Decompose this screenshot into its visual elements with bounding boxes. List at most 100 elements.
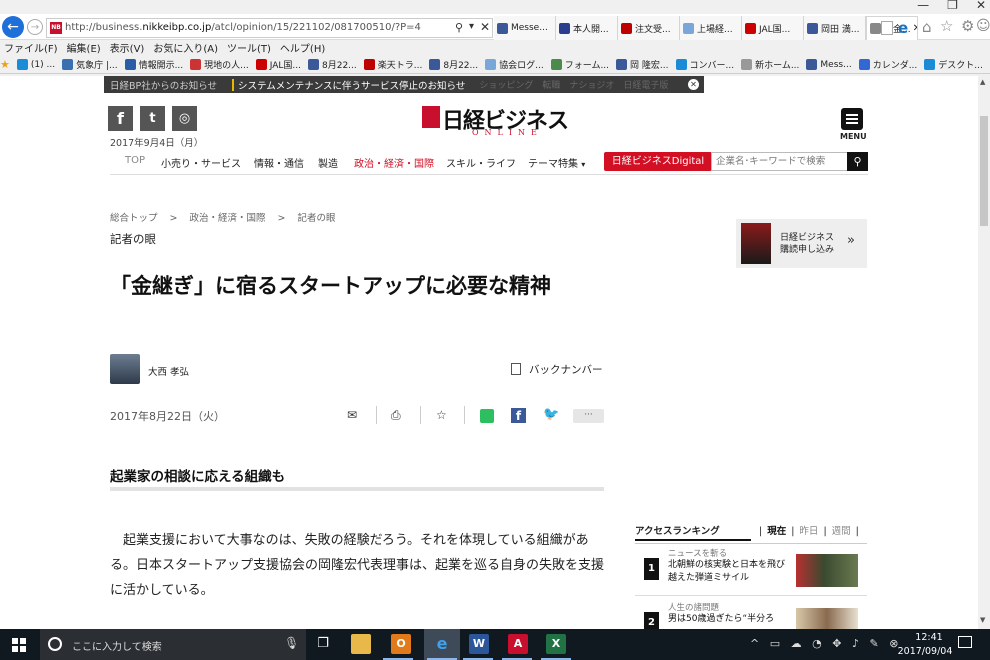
ranking-item[interactable]: 1 ニュースを斬る 北朝鮮の核実験と日本を飛び越えた弾道ミサイル (635, 544, 867, 596)
excel-icon[interactable]: X (546, 634, 566, 654)
favorite-link[interactable]: 気象庁 |... (62, 58, 118, 71)
facebook-share-icon[interactable]: f (511, 408, 526, 423)
subscribe-promo[interactable]: 日経ビジネス 購読申し込み » (736, 219, 867, 268)
favorite-link[interactable]: 楽天トラ... (363, 58, 422, 71)
menu-item[interactable]: ヘルプ(H) (280, 40, 325, 55)
menu-item[interactable]: ファイル(F) (4, 40, 58, 55)
dropbox-icon[interactable]: ✥ (832, 637, 841, 650)
address-bar[interactable]: NB http://business.nikkeibp.co.jp/atcl/o… (46, 18, 493, 38)
favorite-link[interactable]: コンバー... (675, 58, 734, 71)
back-number-link[interactable]: バックナンバー (529, 362, 603, 377)
twitter-icon[interactable]: t (140, 106, 165, 131)
close-window-icon[interactable]: ✕ (976, 0, 986, 12)
nav-retail[interactable]: 小売り・サービス (161, 155, 241, 170)
notice-message[interactable]: システムメンテナンスに伴うサービス停止のお知らせ (238, 78, 465, 92)
nav-themes[interactable]: テーマ特集 ▾ (528, 155, 585, 170)
browser-tab[interactable]: JAL国... (742, 16, 804, 40)
forward-button[interactable]: → (27, 19, 43, 35)
print-icon[interactable]: ⎙ (391, 408, 401, 423)
menu-item[interactable]: ツール(T) (227, 40, 271, 55)
search-input[interactable] (711, 152, 848, 171)
notification-icon[interactable] (958, 636, 972, 648)
home-icon[interactable]: ⌂ (922, 18, 932, 36)
mail-icon[interactable]: ✉ (347, 408, 357, 422)
browser-tab[interactable]: 本人開... (556, 16, 618, 40)
nav-it[interactable]: 情報・通信 (254, 155, 304, 170)
nav-politics[interactable]: 政治・経済・国際 (354, 155, 434, 170)
favorite-link[interactable]: JAL国... (255, 58, 301, 71)
favorites-star-icon[interactable]: ☆ (940, 17, 953, 35)
scroll-thumb[interactable] (980, 116, 988, 226)
maximize-icon[interactable]: ❐ (947, 0, 958, 12)
tab-weekly[interactable]: 週間 (832, 526, 851, 537)
browser-tab[interactable]: Messe... (494, 16, 556, 40)
more-share-button[interactable]: ··· (573, 409, 604, 423)
tab-yesterday[interactable]: 昨日 (799, 526, 818, 537)
favorite-link[interactable]: Mess... (806, 59, 852, 70)
microphone-icon[interactable]: 🎙 (284, 636, 299, 650)
menu-item[interactable]: 表示(V) (110, 40, 145, 55)
battery-icon[interactable]: ▭ (770, 637, 780, 650)
favorite-link[interactable]: 協会ログ... (485, 58, 544, 71)
menu-button[interactable] (841, 108, 863, 130)
onedrive-icon[interactable]: ☁ (791, 637, 802, 650)
menu-item[interactable]: 編集(E) (67, 40, 101, 55)
nav-top[interactable]: TOP (125, 155, 145, 166)
word-icon[interactable]: W (469, 634, 489, 654)
nav-manufacturing[interactable]: 製造 (318, 155, 338, 170)
favorite-link[interactable]: 現地の人... (190, 58, 249, 71)
column-name[interactable]: 記者の眼 (110, 231, 156, 247)
new-tab-button[interactable] (881, 21, 893, 35)
browser-tab[interactable]: 上場経... (680, 16, 742, 40)
bookmark-star-icon[interactable]: ☆ (436, 408, 447, 422)
favorites-star-icon[interactable]: ★ (0, 58, 10, 71)
author-name[interactable]: 大西 孝弘 (148, 364, 189, 378)
close-tab-icon[interactable]: ✕ (913, 23, 917, 34)
gear-icon[interactable]: ⚙ (961, 17, 974, 35)
favorite-link[interactable]: 情報開示... (124, 58, 183, 71)
stop-icon[interactable]: ✕ (480, 20, 490, 34)
facebook-icon[interactable]: f (108, 106, 133, 131)
url-text[interactable]: http://business.nikkeibp.co.jp/atcl/opin… (65, 22, 421, 33)
file-explorer-icon[interactable] (351, 634, 371, 654)
favorite-link[interactable]: フォーム... (550, 58, 609, 71)
wifi-icon[interactable]: ◔ (812, 637, 822, 650)
breadcrumb-item[interactable]: 記者の眼 (297, 213, 335, 224)
outlook-icon[interactable]: O (391, 634, 411, 654)
chevron-up-icon[interactable]: ^ (750, 637, 759, 650)
search-icon[interactable]: ⚲ (455, 21, 463, 34)
volume-icon[interactable]: ♪ (852, 637, 859, 650)
digital-button[interactable]: 日経ビジネスDigital (604, 152, 712, 171)
favorite-link[interactable]: カレンダ... (858, 58, 917, 71)
favorite-link[interactable]: デスクト... (924, 58, 983, 71)
menu-item[interactable]: お気に入り(A) (153, 40, 218, 55)
favorite-link[interactable]: 8月22... (308, 58, 357, 71)
page-scrollbar[interactable]: ▲ ▼ (978, 76, 990, 629)
notice-label[interactable]: 日経BP社からのお知らせ (104, 78, 232, 92)
acrobat-icon[interactable]: A (508, 634, 528, 654)
minimize-icon[interactable]: — (917, 0, 929, 12)
close-icon[interactable]: ✕ (688, 79, 699, 90)
dropdown-arrow-icon[interactable]: ▾ (469, 21, 474, 32)
instagram-icon[interactable]: ◎ (172, 106, 197, 131)
browser-tab[interactable]: 注文受... (618, 16, 680, 40)
internet-explorer-icon[interactable]: e (432, 634, 452, 654)
taskbar-search[interactable]: ここに入力して検索 🎙 (40, 629, 306, 660)
scroll-up-icon[interactable]: ▲ (980, 78, 985, 86)
breadcrumb-item[interactable]: 総合トップ (110, 213, 158, 224)
breadcrumb-item[interactable]: 政治・経済・国際 (189, 213, 265, 224)
tab-current[interactable]: 現在 (767, 526, 786, 537)
windows-start-icon[interactable] (12, 638, 26, 652)
back-button[interactable]: ← (2, 16, 24, 38)
evernote-icon[interactable] (480, 409, 494, 423)
task-view-icon[interactable]: ❐ (313, 634, 333, 654)
favorite-link[interactable]: 岡 隆宏... (616, 58, 669, 71)
browser-tab[interactable]: 岡田 満... (804, 16, 866, 40)
clock-time[interactable]: 12:41 (909, 632, 949, 643)
smiley-icon[interactable]: ☺ (976, 18, 990, 34)
author-avatar[interactable] (110, 354, 140, 384)
ranking-item[interactable]: 2 人生の諸問題 男は50歳過ぎたら“半分ろ (635, 598, 867, 629)
nav-skill-life[interactable]: スキル・ライフ (446, 155, 516, 170)
clock-date[interactable]: 2017/09/04 (895, 646, 955, 657)
twitter-share-icon[interactable]: 🐦 (543, 407, 559, 422)
